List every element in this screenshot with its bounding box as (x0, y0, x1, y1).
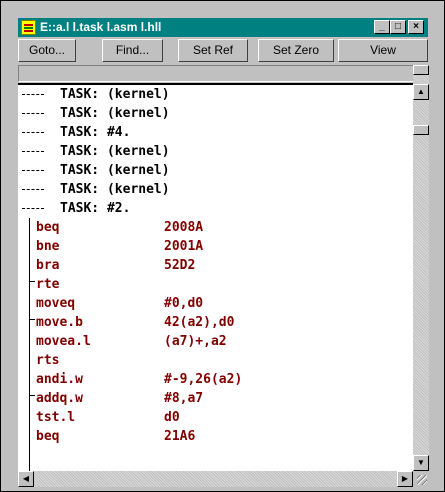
instruction-row[interactable]: rte (18, 275, 408, 294)
goto-button[interactable]: Goto... (18, 39, 76, 62)
instruction-row[interactable]: bne 2001A (18, 237, 408, 256)
resize-grip[interactable] (413, 471, 429, 487)
instruction-row[interactable]: tst.l d0 (18, 408, 408, 427)
vertical-scrollbar[interactable]: ▲ ▼ (413, 65, 429, 471)
maximize-button[interactable]: □ (390, 20, 406, 34)
task-line[interactable]: TASK: #4. (18, 123, 408, 142)
horizontal-scrollbar[interactable]: ◀ ▶ (18, 471, 413, 487)
instruction-row[interactable]: beq 2008A (18, 218, 408, 237)
task-line[interactable]: TASK: (kernel) (18, 104, 408, 123)
instruction-row[interactable]: moveq #0,d0 (18, 294, 408, 313)
arrow-down-icon[interactable]: ▼ (413, 455, 429, 471)
task-line[interactable]: TASK: (kernel) (18, 142, 408, 161)
instruction-row[interactable]: addq.w #8,a7 (18, 389, 408, 408)
arrow-right-icon[interactable]: ▶ (397, 471, 413, 487)
task-line[interactable]: TASK: #2. (18, 199, 408, 218)
trace-list[interactable]: TASK: (kernel) TASK: (kernel) TASK: #4. … (18, 83, 414, 471)
scroll-thumb[interactable] (413, 125, 429, 135)
status-strip (18, 65, 414, 82)
title-bar[interactable]: E::a.l l.task l.asm l.hll _ □ × (18, 18, 428, 37)
arrow-left-icon[interactable]: ◀ (18, 471, 34, 487)
app-list-icon[interactable] (21, 20, 36, 35)
view-button[interactable]: View (338, 39, 428, 62)
find-button[interactable]: Find... (102, 39, 163, 62)
toolbar: Goto... Find... Set Ref Set Zero View (18, 38, 428, 63)
arrow-up-icon[interactable]: ▲ (413, 84, 429, 100)
instruction-row[interactable]: beq 21A6 (18, 427, 408, 446)
set-ref-button[interactable]: Set Ref (178, 39, 248, 62)
minimize-button[interactable]: _ (374, 20, 390, 34)
task-line[interactable]: TASK: (kernel) (18, 180, 408, 199)
instruction-row[interactable]: move.b 42(a2),d0 (18, 313, 408, 332)
instruction-row[interactable]: movea.l (a7)+,a2 (18, 332, 408, 351)
close-button[interactable]: × (408, 20, 424, 34)
window-title: E::a.l l.task l.asm l.hll (40, 20, 162, 34)
trace-window: E::a.l l.task l.asm l.hll _ □ × Goto... … (0, 0, 445, 492)
task-line[interactable]: TASK: (kernel) (18, 161, 408, 180)
set-zero-button[interactable]: Set Zero (258, 39, 334, 62)
instruction-row[interactable]: andi.w #-9,26(a2) (18, 370, 408, 389)
scroll-thumb-top[interactable] (413, 65, 429, 75)
task-line[interactable]: TASK: (kernel) (18, 85, 408, 104)
instruction-row[interactable]: bra 52D2 (18, 256, 408, 275)
instruction-row[interactable]: rts (18, 351, 408, 370)
